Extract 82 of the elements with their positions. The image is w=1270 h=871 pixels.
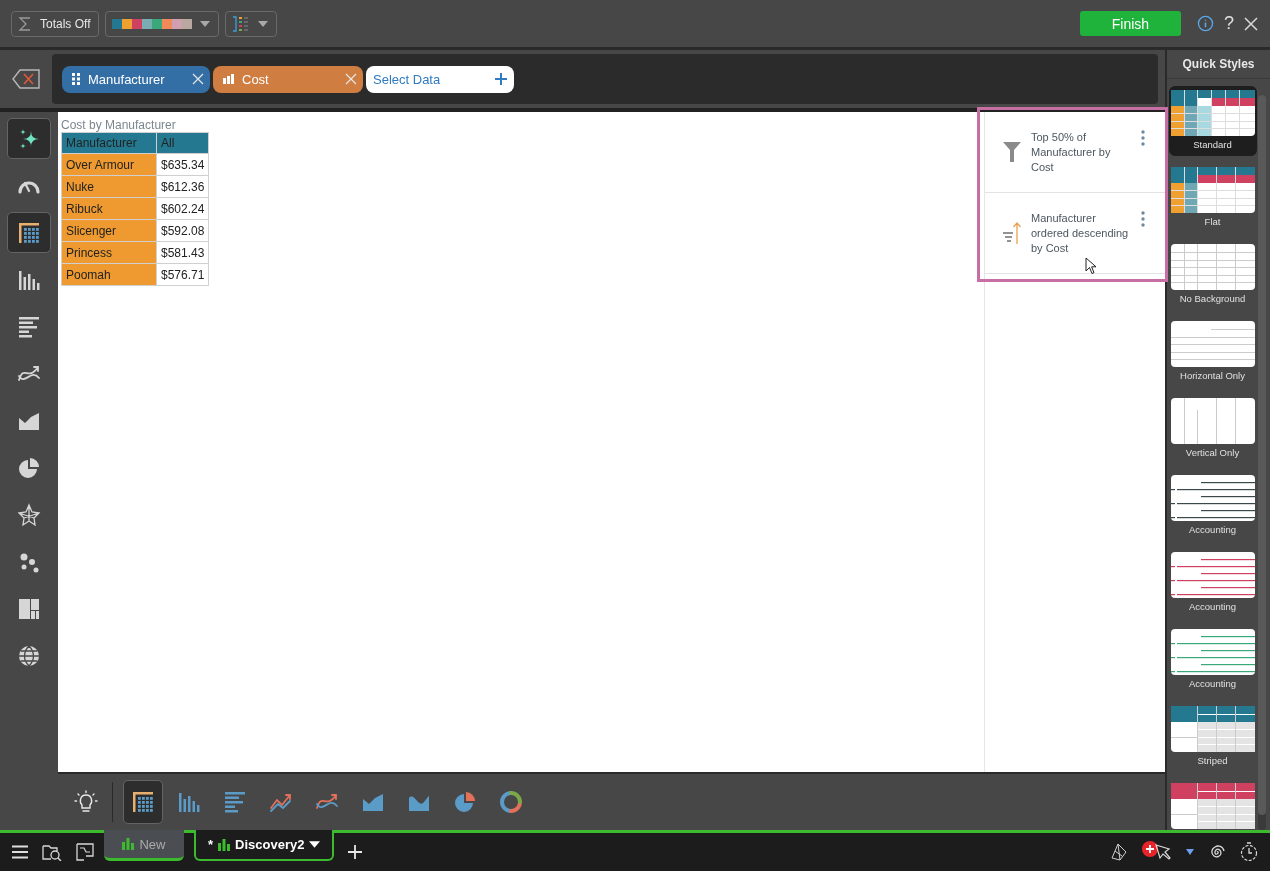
table-cell: $612.36 bbox=[156, 175, 209, 198]
table-grid-icon bbox=[131, 790, 155, 814]
chart-type-button[interactable] bbox=[123, 780, 163, 824]
caret-icon bbox=[200, 20, 211, 27]
table-grid-icon bbox=[17, 220, 41, 245]
totals-button[interactable]: Totals Off bbox=[11, 10, 100, 37]
add-tab-icon[interactable] bbox=[348, 845, 363, 859]
remove-icon[interactable] bbox=[345, 73, 357, 85]
bar-chart-icon bbox=[177, 790, 201, 814]
pin-icon[interactable] bbox=[1154, 843, 1172, 861]
presentation-icon[interactable] bbox=[76, 843, 94, 861]
style-option[interactable]: Accounting bbox=[1168, 548, 1257, 618]
row-header: Over Armour bbox=[61, 153, 157, 176]
caret-icon bbox=[258, 20, 269, 27]
bar-chart-icon bbox=[223, 74, 234, 84]
help-button[interactable]: ? bbox=[1224, 13, 1234, 34]
table-cell: $602.24 bbox=[156, 197, 209, 220]
style-option[interactable]: Horizontal Only bbox=[1168, 317, 1257, 387]
clear-icon[interactable] bbox=[12, 69, 40, 89]
filter-icon bbox=[1003, 142, 1021, 162]
pie-chart-icon bbox=[453, 790, 477, 814]
row-header: Ribuck bbox=[61, 197, 157, 220]
column-header: All bbox=[156, 132, 209, 154]
bar-chart-icon bbox=[218, 838, 231, 851]
visual-type-button[interactable] bbox=[7, 118, 51, 159]
radar-chart-icon bbox=[17, 502, 41, 527]
lightbulb-icon bbox=[74, 790, 98, 814]
grid-dots-icon bbox=[72, 73, 80, 85]
globe-icon bbox=[17, 643, 41, 668]
horizontal-bar-chart-icon bbox=[17, 314, 41, 339]
pie-chart-icon bbox=[17, 455, 41, 480]
palette-dropdown[interactable] bbox=[105, 10, 220, 37]
treemap-icon bbox=[17, 596, 41, 621]
menu-icon[interactable] bbox=[12, 845, 28, 859]
bar-chart-icon bbox=[122, 838, 135, 850]
timer-icon[interactable] bbox=[1240, 842, 1258, 862]
select-data-button[interactable]: Select Data bbox=[366, 65, 514, 93]
panel-title: Quick Styles bbox=[1167, 50, 1270, 79]
more-options-icon[interactable] bbox=[1141, 211, 1145, 227]
horizontal-bar-chart-icon bbox=[223, 790, 247, 814]
caret-icon bbox=[309, 841, 321, 848]
sigma-icon bbox=[18, 15, 32, 32]
donut-chart-icon bbox=[499, 790, 523, 814]
row-header: Princess bbox=[61, 241, 157, 264]
style-option[interactable]: Accounting bbox=[1168, 625, 1257, 695]
style-option[interactable]: Flat bbox=[1168, 163, 1257, 233]
document-tab[interactable]: * Discovery2 bbox=[194, 830, 335, 861]
sort-descending-icon bbox=[1003, 221, 1021, 245]
table-cell: $635.34 bbox=[156, 153, 209, 176]
mouse-pointer-icon bbox=[1085, 257, 1097, 275]
more-options-icon[interactable] bbox=[1141, 130, 1145, 146]
folder-search-icon[interactable] bbox=[42, 843, 62, 861]
row-header: Poomah bbox=[61, 263, 157, 286]
pyramid-icon[interactable] bbox=[1110, 843, 1128, 861]
field-label: Cost bbox=[242, 71, 270, 87]
info-icon[interactable] bbox=[1197, 15, 1214, 32]
plus-icon bbox=[495, 73, 507, 85]
scrollbar[interactable] bbox=[1258, 95, 1266, 830]
filter-description: Top 50% of Manufacturer by Cost bbox=[1031, 129, 1112, 175]
layout-dropdown[interactable] bbox=[225, 10, 278, 37]
style-option[interactable]: Accounting bbox=[1168, 471, 1257, 541]
close-icon[interactable] bbox=[1244, 16, 1258, 31]
field-label: Manufacturer bbox=[88, 71, 166, 87]
table-cell: $592.08 bbox=[156, 219, 209, 242]
filter-description: Manufacturer ordered descending by Cost bbox=[1031, 210, 1130, 256]
table-title: Cost by Manufacturer bbox=[61, 118, 177, 132]
caret-icon[interactable] bbox=[1186, 849, 1194, 855]
field-pill[interactable]: Manufacturer bbox=[62, 65, 210, 93]
visual-type-button[interactable] bbox=[7, 212, 51, 253]
style-option[interactable]: Striped bbox=[1168, 702, 1257, 772]
style-option[interactable]: No Background bbox=[1168, 240, 1257, 310]
document-tab[interactable]: New bbox=[104, 830, 184, 861]
notification-badge-icon bbox=[1142, 841, 1158, 857]
row-header: Nuke bbox=[61, 175, 157, 198]
column-header: Manufacturer bbox=[61, 132, 157, 154]
row-header: Slicenger bbox=[61, 219, 157, 242]
remove-icon[interactable] bbox=[192, 73, 204, 85]
style-option[interactable]: Vertical Only bbox=[1168, 394, 1257, 464]
table-cell: $581.43 bbox=[156, 241, 209, 264]
legend-icon bbox=[232, 15, 251, 32]
style-option[interactable]: Standard bbox=[1168, 86, 1257, 156]
table-cell: $576.71 bbox=[156, 263, 209, 286]
